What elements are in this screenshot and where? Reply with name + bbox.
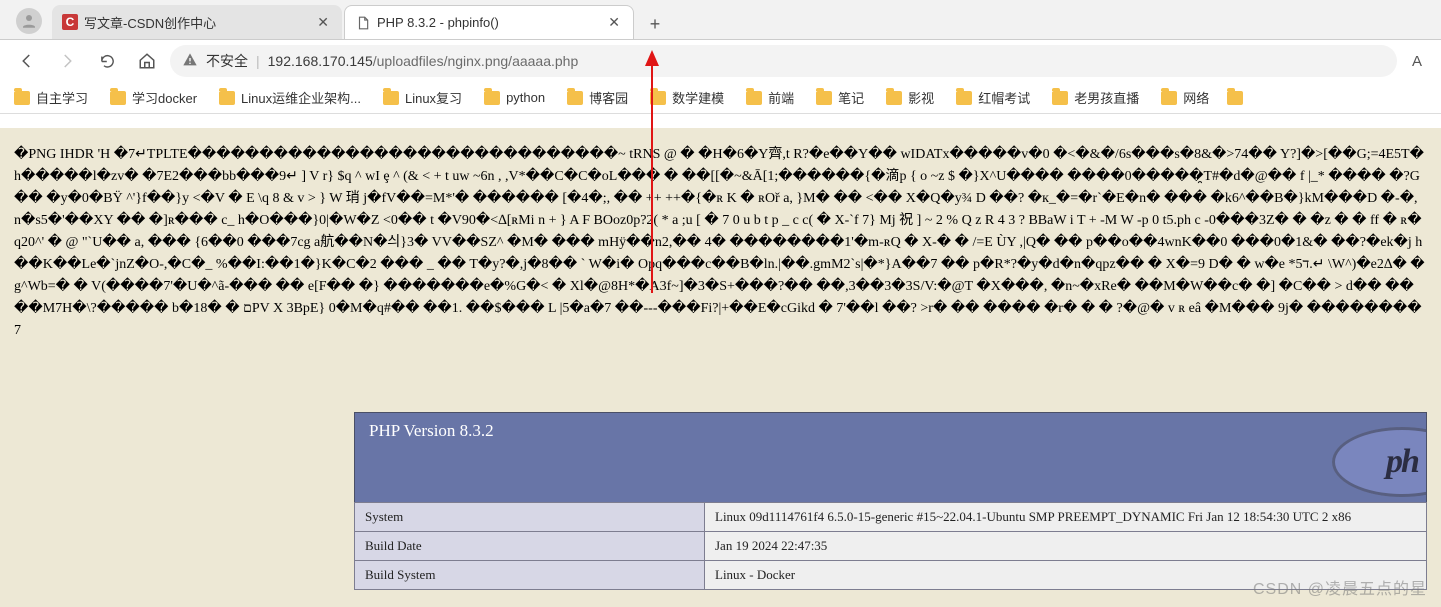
folder-icon xyxy=(956,91,972,105)
url-display: 192.168.170.145/uploadfiles/nginx.png/aa… xyxy=(268,53,579,69)
phpinfo-value: Jan 19 2024 22:47:35 xyxy=(705,532,1427,561)
separator: | xyxy=(256,53,260,69)
phpinfo-key: Build System xyxy=(355,561,705,590)
bookmark-folder[interactable]: 笔记 xyxy=(810,86,870,109)
close-icon[interactable]: ✕ xyxy=(605,14,623,31)
bookmark-folder[interactable]: python xyxy=(478,88,551,107)
folder-icon xyxy=(110,91,126,105)
bookmark-label: 博客园 xyxy=(589,88,628,107)
bookmark-label: Linux复习 xyxy=(405,88,462,107)
bookmark-label: 学习docker xyxy=(132,88,197,107)
tab-csdn[interactable]: C 写文章-CSDN创作中心 ✕ xyxy=(52,5,342,39)
bookmark-folder[interactable]: 老男孩直播 xyxy=(1046,86,1145,109)
bookmark-folder[interactable]: 红帽考试 xyxy=(950,86,1036,109)
bookmark-label: Linux运维企业架构... xyxy=(241,88,361,107)
bookmark-folder[interactable]: 前端 xyxy=(740,86,800,109)
home-button[interactable] xyxy=(130,44,164,78)
security-label: 不安全 xyxy=(206,51,248,71)
phpinfo-block: PHP Version 8.3.2 ph System Linux 09d111… xyxy=(354,412,1427,590)
php-logo-icon: ph xyxy=(1332,427,1427,497)
bookmark-label: 老男孩直播 xyxy=(1074,88,1139,107)
address-bar[interactable]: 不安全 | 192.168.170.145/uploadfiles/nginx.… xyxy=(170,45,1397,77)
csdn-favicon-icon: C xyxy=(62,14,78,30)
forward-button[interactable] xyxy=(50,44,84,78)
tab-title: 写文章-CSDN创作中心 xyxy=(84,13,308,32)
bookmark-overflow[interactable] xyxy=(1225,89,1245,107)
php-version-label: PHP Version 8.3.2 xyxy=(369,421,494,441)
bookmark-folder[interactable]: 自主学习 xyxy=(8,86,94,109)
bookmark-folder[interactable]: 数学建模 xyxy=(644,86,730,109)
address-row: 不安全 | 192.168.170.145/uploadfiles/nginx.… xyxy=(0,40,1441,82)
table-row: Build Date Jan 19 2024 22:47:35 xyxy=(355,532,1427,561)
raw-png-bytes-text: �PNG IHDR 'H �7↵TPLTE�������������������… xyxy=(14,144,1427,406)
bookmark-label: 数学建模 xyxy=(672,88,724,107)
folder-icon xyxy=(484,91,500,105)
folder-icon xyxy=(567,91,583,105)
not-secure-icon xyxy=(182,52,198,71)
folder-icon xyxy=(219,91,235,105)
read-aloud-button[interactable]: A xyxy=(1403,53,1431,70)
back-button[interactable] xyxy=(10,44,44,78)
tab-phpinfo[interactable]: PHP 8.3.2 - phpinfo() ✕ xyxy=(344,5,634,39)
bookmark-folder[interactable]: Linux运维企业架构... xyxy=(213,86,367,109)
watermark: CSDN @凌晨五点的星 xyxy=(1253,575,1427,599)
bookmark-folder[interactable]: Linux复习 xyxy=(377,86,468,109)
bookmark-folder[interactable]: 学习docker xyxy=(104,86,203,109)
phpinfo-value: Linux 09d1114761f4 6.5.0-15-generic #15~… xyxy=(705,503,1427,532)
bookmark-folder[interactable]: 博客园 xyxy=(561,86,634,109)
reload-button[interactable] xyxy=(90,44,124,78)
profile-avatar-icon[interactable] xyxy=(16,8,42,34)
folder-icon xyxy=(886,91,902,105)
folder-icon xyxy=(1227,91,1243,105)
annotation-arrow-icon xyxy=(651,53,653,293)
page-content: �PNG IHDR 'H �7↵TPLTE�������������������… xyxy=(0,128,1441,607)
tab-title: PHP 8.3.2 - phpinfo() xyxy=(377,15,599,30)
bookmark-folder[interactable]: 网络 xyxy=(1155,86,1215,109)
folder-icon xyxy=(816,91,832,105)
phpinfo-header: PHP Version 8.3.2 ph xyxy=(354,412,1427,502)
bookmark-label: 笔记 xyxy=(838,88,864,107)
bookmark-label: 红帽考试 xyxy=(978,88,1030,107)
bookmark-label: 影视 xyxy=(908,88,934,107)
folder-icon xyxy=(383,91,399,105)
bookmark-label: 前端 xyxy=(768,88,794,107)
bookmark-folder[interactable]: 影视 xyxy=(880,86,940,109)
bookmark-label: 自主学习 xyxy=(36,88,88,107)
table-row: System Linux 09d1114761f4 6.5.0-15-gener… xyxy=(355,503,1427,532)
tab-strip: C 写文章-CSDN创作中心 ✕ PHP 8.3.2 - phpinfo() ✕… xyxy=(0,0,1441,40)
bookmark-label: 网络 xyxy=(1183,88,1209,107)
new-tab-button[interactable]: + xyxy=(640,9,670,39)
folder-icon xyxy=(1052,91,1068,105)
phpinfo-key: System xyxy=(355,503,705,532)
folder-icon xyxy=(14,91,30,105)
folder-icon xyxy=(1161,91,1177,105)
phpinfo-key: Build Date xyxy=(355,532,705,561)
page-favicon-icon xyxy=(355,15,371,31)
close-icon[interactable]: ✕ xyxy=(314,14,332,31)
bookmark-label: python xyxy=(506,90,545,105)
folder-icon xyxy=(746,91,762,105)
bookmarks-bar: 自主学习 学习docker Linux运维企业架构... Linux复习 pyt… xyxy=(0,82,1441,114)
